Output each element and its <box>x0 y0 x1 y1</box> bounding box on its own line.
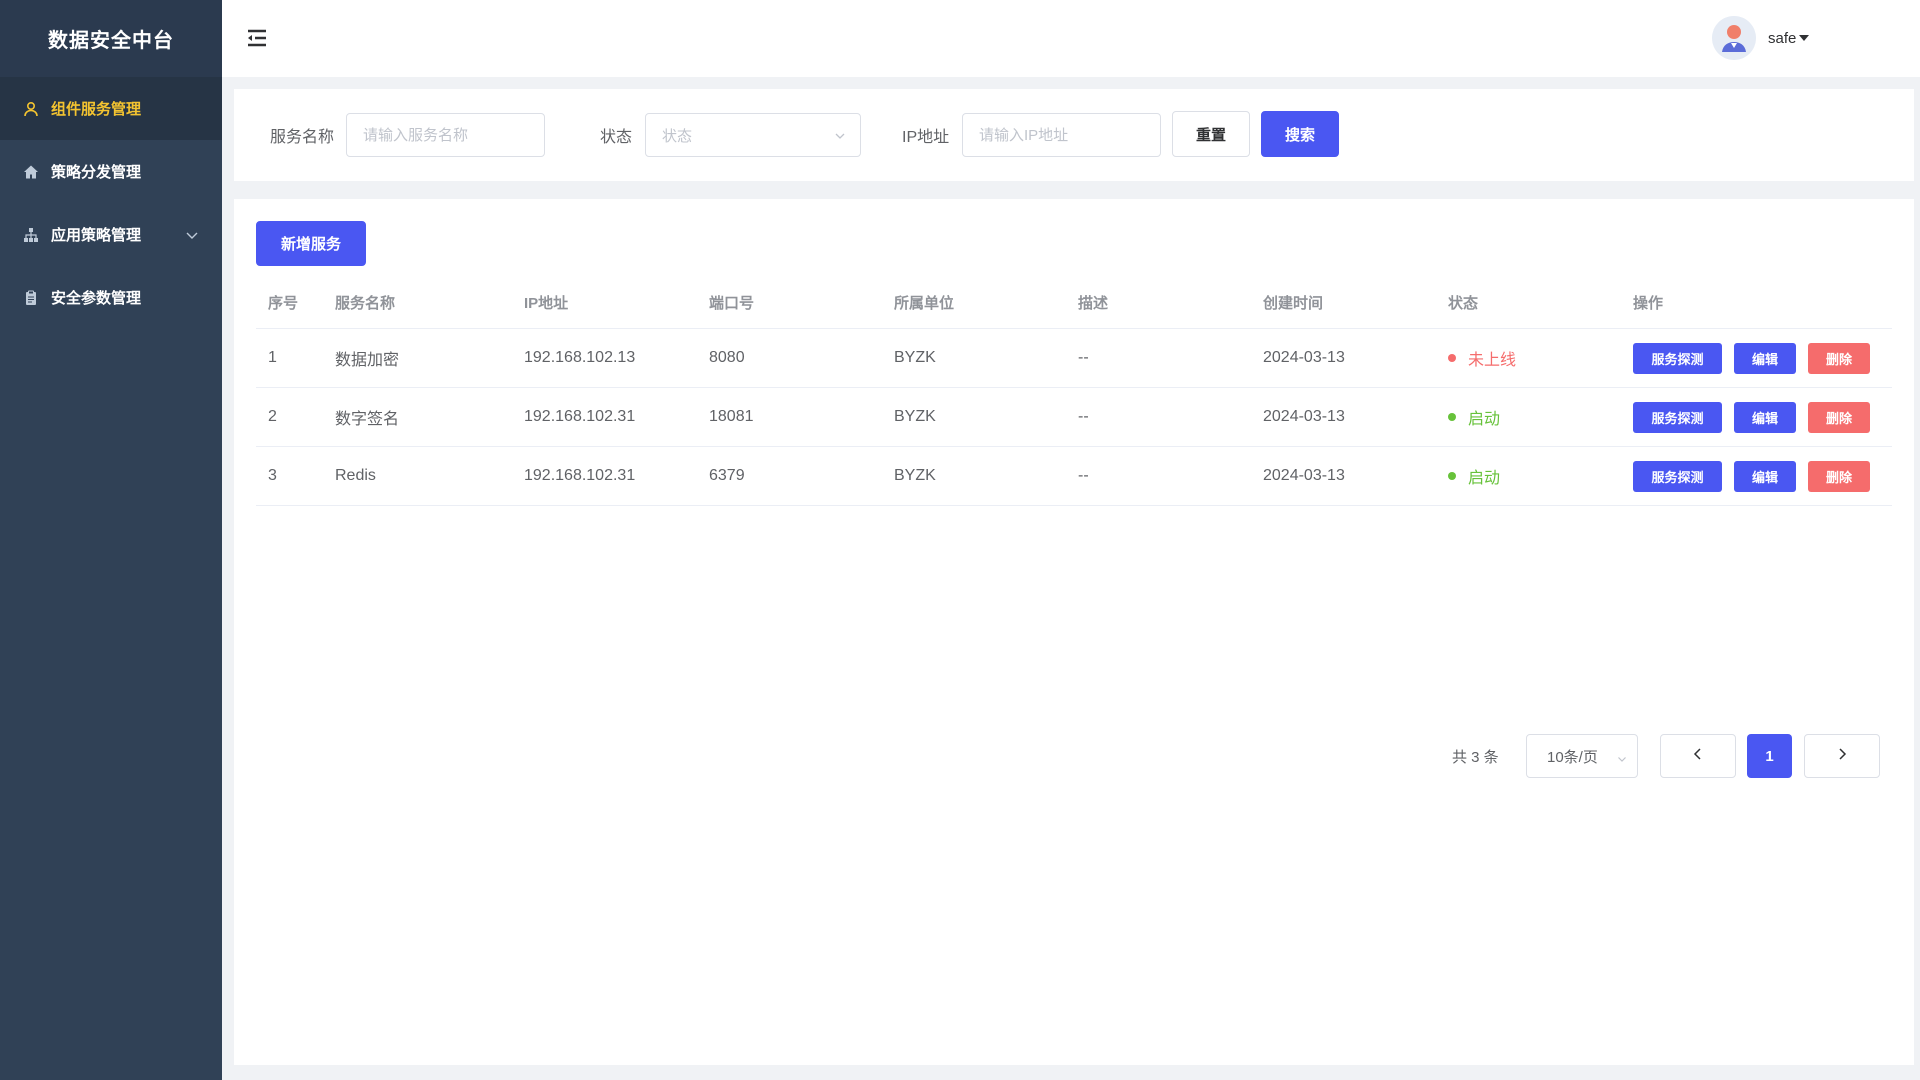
home-icon <box>22 163 40 181</box>
service-list-panel: 新增服务 序号 服务名称 IP地址 端口号 所属单位 描述 创建时间 状态 操作… <box>234 199 1914 1065</box>
service-name: 数字签名 <box>335 411 400 428</box>
ip-label: IP地址 <box>902 129 950 146</box>
created-time: 2024-03-13 <box>1263 467 1345 484</box>
prev-page-button[interactable] <box>1660 734 1736 778</box>
unit: BYZK <box>894 467 936 484</box>
probe-button[interactable]: 服务探测 <box>1633 343 1722 374</box>
reset-button[interactable]: 重置 <box>1172 111 1250 157</box>
service-name: 数据加密 <box>335 352 400 369</box>
port: 18081 <box>709 408 754 425</box>
ip-address: 192.168.102.31 <box>524 467 636 484</box>
port: 6379 <box>709 467 745 484</box>
ip-input[interactable] <box>962 113 1161 157</box>
page-size-select[interactable]: 10条/页 <box>1526 734 1638 778</box>
sidebar-item-label: 策略分发管理 <box>51 164 142 181</box>
sidebar-item-label: 组件服务管理 <box>51 101 142 118</box>
status-label: 状态 <box>600 129 633 146</box>
table-row: 1 数据加密 192.168.102.13 8080 BYZK -- 2024-… <box>256 329 1892 388</box>
created-time: 2024-03-13 <box>1263 349 1345 366</box>
sidebar-item-component-service[interactable]: 组件服务管理 <box>0 77 222 140</box>
probe-button[interactable]: 服务探测 <box>1633 461 1722 492</box>
user-icon <box>22 100 40 118</box>
column-header: 序号 <box>268 295 299 312</box>
chevron-down-icon <box>834 129 846 146</box>
status-text: 启动 <box>1468 411 1501 428</box>
column-header: 所属单位 <box>894 295 955 312</box>
table-row: 2 数字签名 192.168.102.31 18081 BYZK -- 2024… <box>256 388 1892 447</box>
status-badge: 启动 <box>1448 447 1500 505</box>
status-dot <box>1448 413 1456 421</box>
sidebar-item-label: 应用策略管理 <box>51 227 142 244</box>
status-text: 未上线 <box>1468 352 1517 369</box>
hamburger-icon[interactable] <box>246 28 268 48</box>
search-panel: 服务名称 状态 状态 IP地址 重置 搜索 <box>234 89 1914 181</box>
service-name-input[interactable] <box>346 113 545 157</box>
row-index: 2 <box>268 408 277 425</box>
add-service-button[interactable]: 新增服务 <box>256 221 366 266</box>
column-header: 端口号 <box>709 295 755 312</box>
delete-button[interactable]: 删除 <box>1808 343 1870 374</box>
chevron-left-icon <box>1693 747 1703 765</box>
pagination-total: 共 3 条 <box>1452 748 1499 766</box>
sidebar-item-app-policy[interactable]: 应用策略管理 <box>0 203 222 266</box>
row-index: 1 <box>268 349 277 366</box>
sitemap-icon <box>22 226 40 244</box>
status-select[interactable]: 状态 <box>645 113 861 157</box>
top-header: safe <box>222 0 1920 77</box>
sidebar: 数据安全中台 组件服务管理 策略分发管理 应用策略管理 安全参数管理 <box>0 0 222 1080</box>
description: -- <box>1078 349 1089 366</box>
delete-button[interactable]: 删除 <box>1808 461 1870 492</box>
username: safe <box>1768 29 1797 47</box>
ip-address: 192.168.102.13 <box>524 349 636 366</box>
column-header: 操作 <box>1633 295 1664 312</box>
sidebar-item-security-params[interactable]: 安全参数管理 <box>0 266 222 329</box>
unit: BYZK <box>894 349 936 366</box>
edit-button[interactable]: 编辑 <box>1734 343 1796 374</box>
next-page-button[interactable] <box>1804 734 1880 778</box>
description: -- <box>1078 408 1089 425</box>
delete-button[interactable]: 删除 <box>1808 402 1870 433</box>
service-table: 序号 服务名称 IP地址 端口号 所属单位 描述 创建时间 状态 操作 1 数据… <box>256 277 1892 506</box>
clipboard-icon <box>22 289 40 307</box>
sidebar-item-label: 安全参数管理 <box>51 290 142 307</box>
created-time: 2024-03-13 <box>1263 408 1345 425</box>
service-name-label: 服务名称 <box>270 129 335 146</box>
column-header: 服务名称 <box>335 295 396 312</box>
edit-button[interactable]: 编辑 <box>1734 402 1796 433</box>
column-header: IP地址 <box>524 295 569 312</box>
probe-button[interactable]: 服务探测 <box>1633 402 1722 433</box>
description: -- <box>1078 467 1089 484</box>
app-title: 数据安全中台 <box>0 0 222 77</box>
column-header: 描述 <box>1078 295 1109 312</box>
status-dot <box>1448 472 1456 480</box>
avatar <box>1712 16 1756 60</box>
column-header: 状态 <box>1448 295 1479 312</box>
search-button[interactable]: 搜索 <box>1261 111 1339 157</box>
caret-down-icon <box>1799 35 1810 41</box>
status-dot <box>1448 354 1456 362</box>
edit-button[interactable]: 编辑 <box>1734 461 1796 492</box>
table-row: 3 Redis 192.168.102.31 6379 BYZK -- 2024… <box>256 447 1892 506</box>
sidebar-item-policy-distribution[interactable]: 策略分发管理 <box>0 140 222 203</box>
status-text: 启动 <box>1468 470 1501 487</box>
unit: BYZK <box>894 408 936 425</box>
column-header: 创建时间 <box>1263 295 1324 312</box>
status-badge: 启动 <box>1448 388 1500 446</box>
chevron-down-icon <box>1617 751 1627 768</box>
table-header: 序号 服务名称 IP地址 端口号 所属单位 描述 创建时间 状态 操作 <box>256 277 1892 329</box>
ip-address: 192.168.102.31 <box>524 408 636 425</box>
page-size-value: 10条/页 <box>1547 748 1598 766</box>
page-number[interactable]: 1 <box>1747 734 1792 778</box>
status-select-placeholder: 状态 <box>662 127 693 145</box>
row-index: 3 <box>268 467 277 484</box>
user-menu[interactable]: safe <box>1712 16 1810 60</box>
status-badge: 未上线 <box>1448 329 1516 387</box>
chevron-down-icon <box>186 227 198 244</box>
port: 8080 <box>709 349 745 366</box>
chevron-right-icon <box>1837 747 1847 765</box>
service-name: Redis <box>335 467 376 484</box>
